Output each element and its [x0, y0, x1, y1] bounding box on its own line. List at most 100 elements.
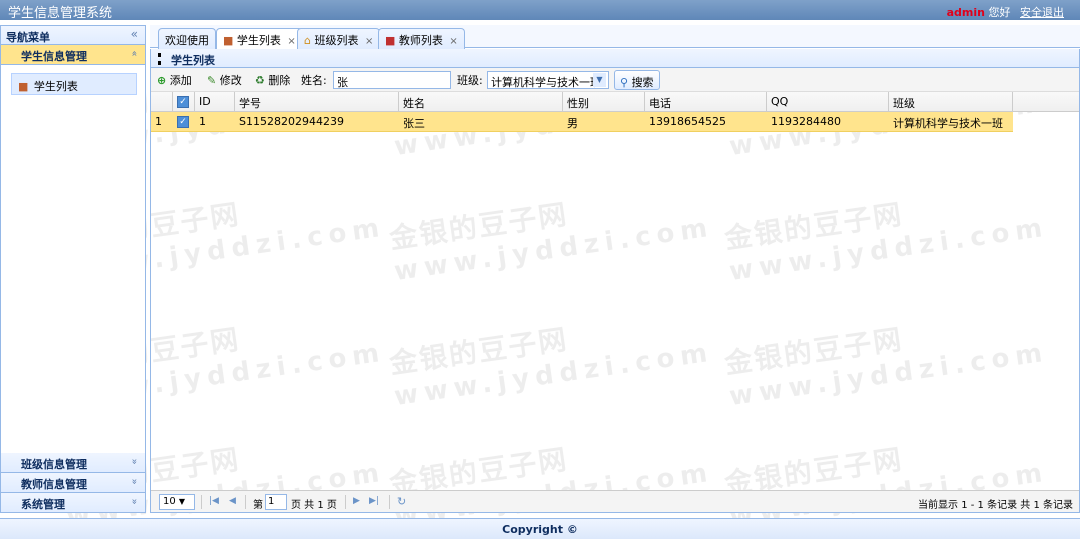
- row-number-header: [151, 92, 173, 112]
- name-search-input[interactable]: 张: [333, 71, 451, 89]
- main-area: 欢迎使用 ■ 学生列表 × ⌂ 班级列表 × ■ 教师列表 × 学生列表 ⊕ 添…: [150, 25, 1080, 513]
- grid-header: ✓ ID 学号 姓名 性别 电话 QQ 班级: [151, 92, 1079, 112]
- class-label: 班级:: [457, 74, 483, 87]
- cell-student-no: S11528202944239: [239, 115, 344, 128]
- page-label: 第: [253, 500, 263, 511]
- last-page-icon[interactable]: ▶|: [369, 496, 379, 506]
- panel-header: 学生列表: [151, 49, 1079, 68]
- section-student-info[interactable]: 学生信息管理 «: [1, 45, 145, 65]
- collapse-sidebar-icon[interactable]: «: [131, 27, 138, 41]
- row-number: 1: [155, 115, 162, 128]
- column-header-id[interactable]: ID: [195, 92, 235, 112]
- refresh-icon[interactable]: ↻: [397, 495, 406, 508]
- tab-teacher-list[interactable]: ■ 教师列表 ×: [378, 28, 465, 49]
- top-bar: 学生信息管理系统 admin 您好 安全退出: [0, 0, 1080, 21]
- page-size-select[interactable]: 10 ▼: [159, 494, 195, 510]
- tab-label: 教师列表: [398, 34, 443, 47]
- app-title: 学生信息管理系统: [8, 6, 113, 21]
- collapse-icon[interactable]: «: [128, 50, 139, 56]
- column-header-class[interactable]: 班级: [889, 92, 1013, 112]
- section-label: 教师信息管理: [21, 478, 87, 491]
- tab-class-list[interactable]: ⌂ 班级列表 ×: [297, 28, 381, 49]
- search-button[interactable]: ⚲ 搜索: [614, 70, 660, 90]
- cell-name: 张三: [403, 117, 425, 130]
- search-label: 搜索: [631, 76, 654, 89]
- sidebar: 导航菜单 « 学生信息管理 « ■ 学生列表 班级信息管理 » 教师信息管理 »…: [0, 25, 146, 513]
- user-info: admin 您好 安全退出: [947, 4, 1064, 20]
- column-header-phone[interactable]: 电话: [645, 92, 767, 112]
- divider: [345, 495, 346, 509]
- divider: [201, 495, 202, 509]
- footer: Copyright ©: [0, 518, 1080, 539]
- home-icon: ⌂: [304, 34, 311, 47]
- greeting: 您好: [988, 6, 1011, 19]
- cell-phone: 13918654525: [649, 115, 726, 128]
- table-row[interactable]: 1 ✓ 1 S11528202944239 张三 男 13918654525 1…: [151, 112, 1013, 132]
- column-header-student-no[interactable]: 学号: [235, 92, 399, 112]
- tab-label: 欢迎使用: [165, 34, 209, 47]
- add-label: 添加: [169, 74, 192, 87]
- user-icon: ■: [223, 34, 234, 47]
- toolbar: ⊕ 添加 ✎ 修改 ♻ 删除 姓名: 张 班级: 计算机科学与技术一班 ▼ ⚲ …: [151, 68, 1079, 92]
- sidebar-title: 导航菜单: [6, 31, 50, 44]
- column-header-name[interactable]: 姓名: [399, 92, 563, 112]
- divider: [389, 495, 390, 509]
- class-select[interactable]: 计算机科学与技术一班 ▼: [487, 71, 609, 89]
- close-icon[interactable]: ×: [287, 36, 295, 47]
- name-label: 姓名:: [301, 74, 327, 87]
- section-teacher-info[interactable]: 教师信息管理 »: [1, 473, 145, 493]
- close-icon[interactable]: ×: [365, 36, 373, 47]
- add-button[interactable]: ⊕ 添加: [157, 72, 192, 88]
- username: admin: [946, 6, 985, 19]
- check-icon: ✓: [177, 116, 189, 128]
- pencil-icon: ✎: [207, 74, 217, 87]
- edit-label: 修改: [219, 74, 242, 87]
- check-icon: ✓: [177, 96, 189, 108]
- cell-qq: 1193284480: [771, 115, 841, 128]
- section-label: 班级信息管理: [21, 458, 87, 471]
- row-checkbox[interactable]: ✓: [173, 112, 195, 132]
- tab-strip: 欢迎使用 ■ 学生列表 × ⌂ 班级列表 × ■ 教师列表 ×: [150, 25, 1080, 49]
- expand-icon[interactable]: »: [128, 498, 139, 504]
- first-page-icon[interactable]: |◀: [209, 496, 219, 506]
- chevron-down-icon: ▼: [593, 73, 606, 87]
- section-class-info[interactable]: 班级信息管理 »: [1, 453, 145, 473]
- select-all-checkbox[interactable]: ✓: [173, 92, 195, 112]
- section-label: 学生信息管理: [21, 50, 87, 63]
- panel-title: 学生列表: [171, 54, 215, 67]
- user-icon: ■: [385, 34, 396, 47]
- delete-icon: ♻: [255, 74, 265, 87]
- next-page-icon[interactable]: ▶: [353, 496, 360, 506]
- close-icon[interactable]: ×: [449, 36, 457, 47]
- delete-button[interactable]: ♻ 删除: [255, 72, 290, 88]
- section-system[interactable]: 系统管理 »: [1, 493, 145, 513]
- divider: [245, 495, 246, 509]
- user-icon: ■: [18, 80, 29, 93]
- pagination-summary: 当前显示 1 - 1 条记录 共 1 条记录: [918, 500, 1073, 511]
- section-label: 系统管理: [21, 498, 65, 511]
- page-total-label: 页 共 1 页: [291, 500, 337, 511]
- logout-link[interactable]: 安全退出: [1020, 6, 1064, 19]
- delete-label: 删除: [268, 74, 291, 87]
- add-icon: ⊕: [157, 74, 167, 87]
- tab-label: 班级列表: [314, 34, 359, 47]
- search-icon: ⚲: [620, 76, 629, 89]
- sidebar-item-label: 学生列表: [33, 80, 78, 93]
- cell-class: 计算机科学与技术一班: [893, 117, 1003, 130]
- tab-welcome[interactable]: 欢迎使用: [158, 28, 216, 49]
- sidebar-header: 导航菜单 «: [1, 26, 145, 45]
- chevron-down-icon: ▼: [178, 497, 186, 506]
- column-header-qq[interactable]: QQ: [767, 92, 889, 112]
- sidebar-item-student-list[interactable]: ■ 学生列表: [11, 73, 137, 95]
- expand-icon[interactable]: »: [128, 478, 139, 484]
- page-number-input[interactable]: 1: [265, 494, 287, 510]
- edit-button[interactable]: ✎ 修改: [207, 72, 242, 88]
- section-body: ■ 学生列表: [1, 65, 145, 453]
- cell-id: 1: [199, 115, 206, 128]
- student-list-panel: 学生列表 ⊕ 添加 ✎ 修改 ♻ 删除 姓名: 张 班级: 计算机科学与技术一班…: [150, 49, 1080, 513]
- prev-page-icon[interactable]: ◀: [229, 496, 236, 506]
- expand-icon[interactable]: »: [128, 458, 139, 464]
- cell-gender: 男: [567, 117, 578, 130]
- column-header-gender[interactable]: 性别: [563, 92, 645, 112]
- tab-student-list[interactable]: ■ 学生列表 ×: [216, 28, 303, 49]
